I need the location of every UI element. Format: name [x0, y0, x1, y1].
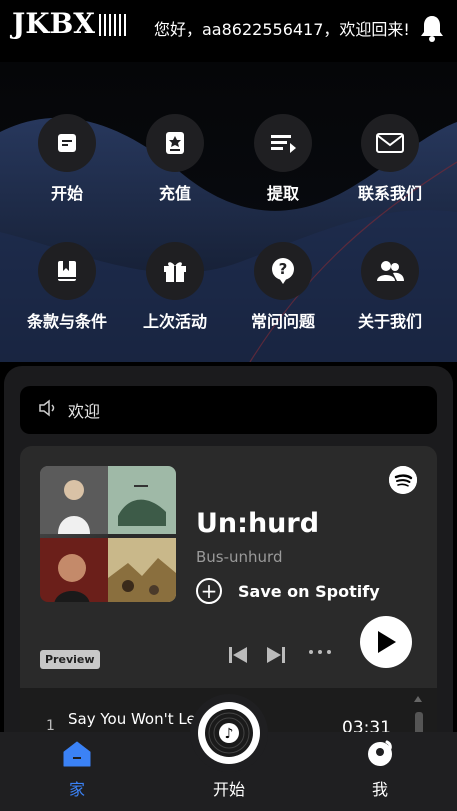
cover-tile — [108, 466, 176, 538]
gift-icon — [146, 242, 204, 300]
logo[interactable]: JKBX — [12, 6, 126, 40]
menu-label: 常问问题 — [250, 312, 315, 331]
menu-item-last-event[interactable]: 上次活动 — [120, 242, 230, 332]
deposit-icon — [146, 114, 204, 172]
home-icon — [63, 741, 91, 767]
nav-item-start[interactable]: 开始 — [200, 772, 258, 800]
svg-text:♪: ♪ — [225, 726, 234, 742]
previous-track-icon[interactable] — [228, 646, 248, 668]
menu-label: 关于我们 — [357, 312, 422, 331]
nav-label: 我 — [371, 780, 388, 799]
logo-text: JKBX — [12, 6, 95, 40]
menu-item-faq[interactable]: ? 常问问题 — [228, 242, 338, 332]
menu-label: 充值 — [158, 184, 191, 203]
nav-label: 开始 — [212, 780, 245, 799]
save-on-spotify-button[interactable]: + Save on Spotify — [196, 578, 380, 604]
content-panel: 欢迎 Un:hurd Bus-unhurd + Save on Spotify — [4, 366, 453, 746]
save-label: Save on Spotify — [238, 581, 380, 601]
menu-item-terms[interactable]: 条款与条件 — [12, 242, 122, 332]
users-icon — [361, 242, 419, 300]
menu-item-contact[interactable]: 联系我们 — [335, 114, 445, 204]
menu-label: 条款与条件 — [26, 312, 107, 331]
menu-label: 开始 — [50, 184, 83, 203]
speaker-icon — [38, 399, 58, 421]
menu-item-about[interactable]: 关于我们 — [335, 242, 445, 332]
scroll-up-icon[interactable] — [414, 696, 422, 702]
question-icon: ? — [254, 242, 312, 300]
track-title: Say You Won't Le — [68, 710, 196, 728]
menu-item-withdraw[interactable]: 提取 — [228, 114, 338, 204]
vinyl-music-icon: ♪ — [198, 702, 260, 764]
menu-label: 上次活动 — [142, 312, 207, 331]
spotify-logo-icon[interactable] — [389, 466, 417, 494]
nav-label: 家 — [68, 780, 85, 799]
cover-tile — [108, 538, 176, 602]
logo-bars — [98, 10, 126, 36]
nav-item-home[interactable]: 家 — [52, 740, 102, 800]
menu-item-deposit[interactable]: 充值 — [120, 114, 230, 204]
album-title[interactable]: Un:hurd — [196, 508, 319, 539]
plus-circle-icon: + — [196, 578, 222, 604]
album-cover[interactable] — [40, 466, 176, 602]
play-icon — [378, 631, 396, 653]
greeting-text: 您好，aa8622556417，欢迎回来! — [154, 20, 410, 39]
menu-area: 开始 充值 提取 联系我们 条款与条件 上次活动 ? 常问问题 关于我们 — [0, 62, 457, 362]
announcement-bar[interactable]: 欢迎 — [20, 386, 437, 434]
bell-icon[interactable] — [419, 14, 445, 42]
file-icon — [38, 114, 96, 172]
nav-item-me[interactable]: 我 — [355, 738, 405, 800]
preview-badge: Preview — [40, 650, 100, 669]
header: JKBX 您好，aa8622556417，欢迎回来! — [0, 0, 457, 62]
center-play-button[interactable]: ♪ — [190, 694, 268, 772]
next-track-icon[interactable] — [266, 646, 286, 668]
svg-text:?: ? — [279, 260, 288, 278]
bookmark-book-icon — [38, 242, 96, 300]
announcement-text: 欢迎 — [68, 402, 101, 421]
withdraw-icon — [254, 114, 312, 172]
profile-icon — [368, 740, 392, 766]
menu-label: 提取 — [266, 184, 299, 203]
cover-tile — [40, 538, 108, 602]
more-options-icon[interactable] — [308, 642, 332, 661]
play-button[interactable] — [360, 616, 412, 668]
cover-tile — [40, 466, 108, 538]
menu-item-start[interactable]: 开始 — [12, 114, 122, 204]
menu-label: 联系我们 — [357, 184, 422, 203]
album-artist[interactable]: Bus-unhurd — [196, 548, 282, 566]
mail-icon — [361, 114, 419, 172]
